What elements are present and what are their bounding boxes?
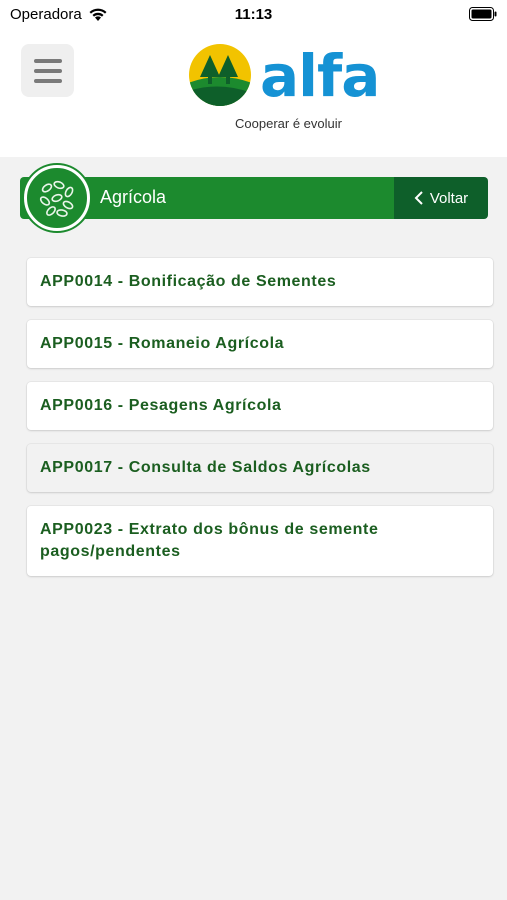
logo-tagline: Cooperar é evoluir: [235, 116, 342, 131]
alfa-logo-icon: [189, 44, 251, 106]
menu-bar-line: [33, 58, 62, 63]
list-item-app0016[interactable]: APP0016 - Pesagens Agrícola: [27, 382, 493, 430]
list-item-app0023[interactable]: APP0023 - Extrato dos bônus de semente p…: [27, 506, 493, 576]
chevron-left-icon: [414, 191, 423, 205]
battery-icon: [469, 7, 497, 21]
seeds-icon: [39, 180, 74, 217]
status-bar: Operadora 11:13: [0, 0, 507, 30]
section-icon-badge: [24, 165, 90, 231]
alfa-logo-text: alfa: [260, 42, 380, 110]
back-button-label: Voltar: [429, 189, 469, 207]
back-button[interactable]: Voltar: [394, 177, 488, 219]
list-item-app0017[interactable]: APP0017 - Consulta de Saldos Agrícolas: [27, 444, 493, 492]
hamburger-menu-button[interactable]: [21, 44, 74, 97]
menu-bar-line: [33, 68, 62, 73]
section-title: Agrícola: [100, 187, 167, 207]
menu-bar-line: [33, 78, 62, 83]
status-time: 11:13: [234, 6, 273, 23]
app-list: APP0014 - Bonificação de Sementes APP001…: [27, 258, 493, 590]
app-header: alfa Cooperar é evoluir: [0, 30, 507, 157]
list-item-app0014[interactable]: APP0014 - Bonificação de Sementes: [27, 258, 493, 306]
list-item-app0015[interactable]: APP0015 - Romaneio Agrícola: [27, 320, 493, 368]
